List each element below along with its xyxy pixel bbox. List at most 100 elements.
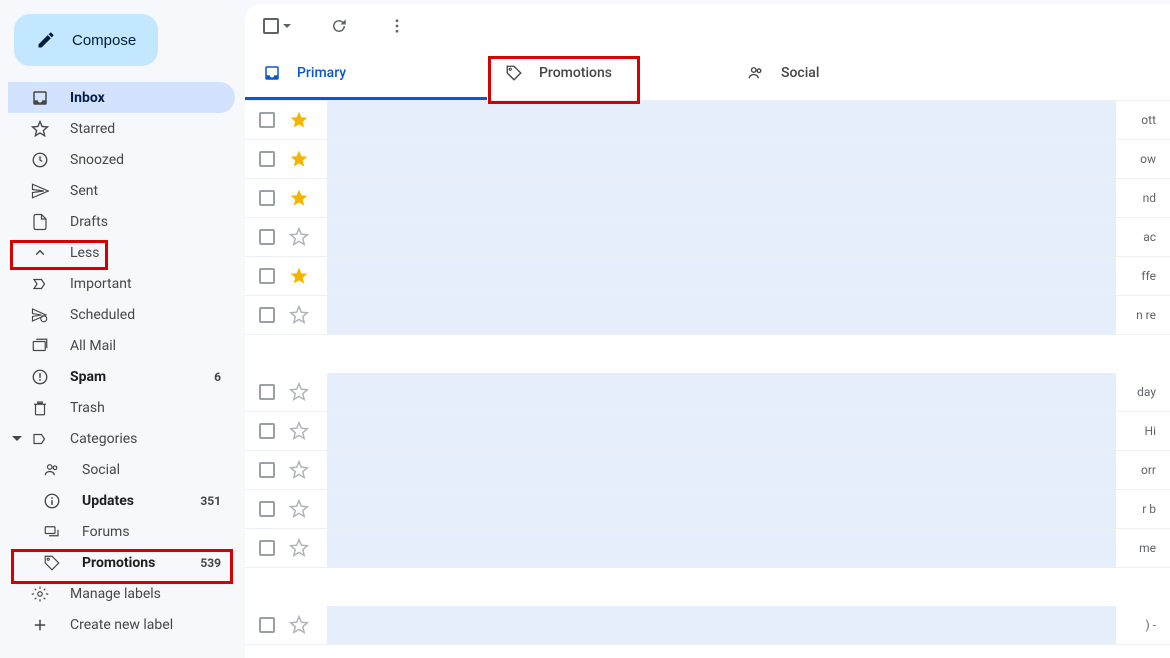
star-icon[interactable] [289, 149, 309, 169]
star-icon[interactable] [289, 538, 309, 558]
sidebar-item-trash[interactable]: Trash [8, 392, 235, 423]
select-all-checkbox[interactable] [263, 18, 291, 34]
scheduled-icon [30, 305, 50, 325]
sidebar-item-allmail[interactable]: All Mail [8, 330, 235, 361]
email-row[interactable]: orr [245, 451, 1170, 490]
star-icon[interactable] [289, 227, 309, 247]
email-row[interactable]: ott [245, 101, 1170, 140]
allmail-icon [30, 336, 50, 356]
sidebar-item-scheduled[interactable]: Scheduled [8, 299, 235, 330]
email-snippet-tail: ott [1130, 113, 1156, 127]
people-icon [747, 64, 765, 82]
email-snippet-tail: me [1130, 541, 1156, 555]
tab-promotions[interactable]: Promotions [487, 48, 729, 100]
sidebar-item-social[interactable]: Social [8, 454, 235, 485]
email-row[interactable]: n re [245, 296, 1170, 335]
caret-down-icon [12, 436, 22, 441]
email-preview-blurred [327, 257, 1116, 295]
email-list: ott ow nd ac ffe n re [245, 101, 1170, 658]
row-checkbox[interactable] [259, 540, 275, 556]
star-icon[interactable] [289, 499, 309, 519]
star-icon[interactable] [289, 615, 309, 635]
email-snippet-tail: ow [1130, 152, 1156, 166]
people-icon [42, 460, 62, 480]
row-checkbox[interactable] [259, 384, 275, 400]
sidebar-item-important[interactable]: Important [8, 268, 235, 299]
sidebar-item-drafts[interactable]: Drafts [8, 206, 235, 237]
sidebar-item-inbox[interactable]: Inbox [8, 82, 235, 113]
sidebar-item-create-label[interactable]: Create new label [8, 609, 235, 640]
row-checkbox[interactable] [259, 617, 275, 633]
row-checkbox[interactable] [259, 190, 275, 206]
email-preview-blurred [327, 101, 1116, 139]
forums-icon [42, 522, 62, 542]
email-snippet-tail: ffe [1130, 269, 1156, 283]
refresh-button[interactable] [329, 16, 349, 36]
plus-icon [30, 615, 50, 635]
compose-button[interactable]: Compose [14, 14, 158, 66]
star-icon[interactable] [289, 460, 309, 480]
main-panel: Primary Promotions Social ott ow nd [245, 4, 1170, 658]
sidebar-item-spam[interactable]: Spam 6 [8, 361, 235, 392]
more-button[interactable] [387, 16, 407, 36]
email-row[interactable]: me [245, 529, 1170, 568]
row-checkbox[interactable] [259, 229, 275, 245]
sidebar-item-less[interactable]: Less [8, 237, 235, 268]
sidebar-item-promotions[interactable]: Promotions 539 [8, 547, 235, 578]
sidebar-item-starred[interactable]: Starred [8, 113, 235, 144]
email-preview-blurred [327, 179, 1116, 217]
email-row[interactable]: nd [245, 179, 1170, 218]
row-checkbox[interactable] [259, 151, 275, 167]
spam-icon [30, 367, 50, 387]
sidebar-item-snoozed[interactable]: Snoozed [8, 144, 235, 175]
email-preview-blurred [327, 606, 1116, 644]
trash-icon [30, 398, 50, 418]
email-row[interactable]: ow [245, 140, 1170, 179]
row-checkbox[interactable] [259, 268, 275, 284]
sidebar-item-categories[interactable]: Categories [8, 423, 235, 454]
star-icon[interactable] [289, 382, 309, 402]
category-tabs: Primary Promotions Social [245, 48, 1170, 101]
email-snippet-tail: nd [1130, 191, 1156, 205]
star-icon[interactable] [289, 110, 309, 130]
email-row[interactable]: ffe [245, 257, 1170, 296]
sidebar-item-updates[interactable]: Updates 351 [8, 485, 235, 516]
inbox-icon [30, 88, 50, 108]
email-row[interactable]: ac [245, 218, 1170, 257]
email-snippet-tail: ac [1130, 230, 1156, 244]
email-row[interactable]: day [245, 373, 1170, 412]
inbox-icon [263, 64, 281, 82]
star-icon[interactable] [289, 188, 309, 208]
tab-social[interactable]: Social [729, 48, 971, 100]
star-icon [30, 119, 50, 139]
email-row[interactable]: ) - [245, 606, 1170, 645]
star-icon[interactable] [289, 266, 309, 286]
row-checkbox[interactable] [259, 307, 275, 323]
row-checkbox[interactable] [259, 462, 275, 478]
email-preview-blurred [327, 218, 1116, 256]
email-preview-blurred [327, 529, 1116, 567]
row-checkbox[interactable] [259, 501, 275, 517]
email-row[interactable]: Hi [245, 412, 1170, 451]
row-checkbox[interactable] [259, 423, 275, 439]
tab-primary[interactable]: Primary [245, 48, 487, 100]
email-snippet-tail: r b [1130, 502, 1156, 516]
sidebar-item-manage-labels[interactable]: Manage labels [8, 578, 235, 609]
sidebar-item-forums[interactable]: Forums [8, 516, 235, 547]
email-snippet-tail: orr [1130, 463, 1156, 477]
star-icon[interactable] [289, 421, 309, 441]
email-preview-blurred [327, 412, 1116, 450]
email-snippet-tail: n re [1130, 308, 1156, 322]
email-snippet-tail: Hi [1130, 424, 1156, 438]
email-snippet-tail: ) - [1130, 618, 1156, 632]
star-icon[interactable] [289, 305, 309, 325]
tag-icon [505, 64, 523, 82]
email-preview-blurred [327, 296, 1116, 334]
sidebar-item-sent[interactable]: Sent [8, 175, 235, 206]
document-icon [30, 212, 50, 232]
email-preview-blurred [327, 490, 1116, 528]
toolbar [245, 4, 1170, 48]
compose-label: Compose [72, 32, 136, 49]
email-row[interactable]: r b [245, 490, 1170, 529]
row-checkbox[interactable] [259, 112, 275, 128]
